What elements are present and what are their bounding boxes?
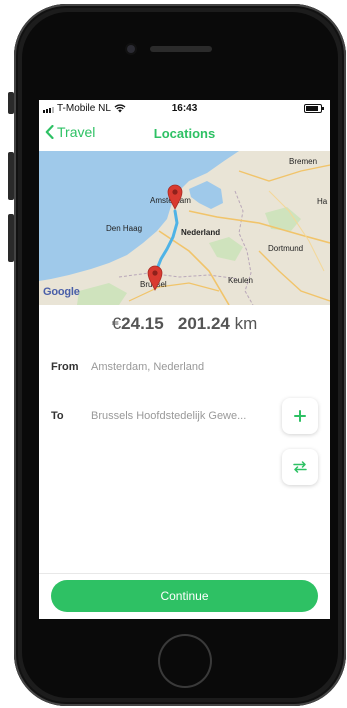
battery-level xyxy=(306,106,318,111)
earpiece-speaker xyxy=(150,46,212,52)
home-button[interactable] xyxy=(158,634,212,688)
map-label-nederland: Nederland xyxy=(181,228,221,237)
distance-unit: km xyxy=(234,314,258,333)
volume-down-button xyxy=(8,214,14,262)
origin-pin-icon[interactable] xyxy=(167,184,183,210)
page-title: Locations xyxy=(153,126,216,141)
app-screen: T-Mobile NL 16:43 Travel Locations Breme… xyxy=(39,100,330,619)
map-label-dortmund: Dortmund xyxy=(268,244,304,253)
battery-icon xyxy=(304,104,324,113)
mute-switch xyxy=(8,92,14,114)
add-stop-button[interactable] xyxy=(282,398,318,434)
map-label-bremen: Bremen xyxy=(289,157,318,166)
from-field[interactable]: Amsterdam, Nederland xyxy=(91,361,204,373)
trip-summary: €24.15 201.24 km xyxy=(39,314,330,334)
destination-pin-icon[interactable] xyxy=(147,265,163,291)
route-map[interactable]: Bremen Amsterdam Ha Den Haag Nederland D… xyxy=(39,151,330,305)
map-label-keulen: Keulen xyxy=(228,276,253,285)
map-label-den-haag: Den Haag xyxy=(106,224,143,233)
trip-distance: 201.24 xyxy=(177,314,230,333)
swap-locations-button[interactable] xyxy=(282,449,318,485)
to-label: To xyxy=(51,410,64,422)
footer: Continue xyxy=(39,573,330,619)
status-time: 16:43 xyxy=(171,103,198,114)
trip-cost: 24.15 xyxy=(121,314,164,333)
currency-symbol: € xyxy=(111,314,122,333)
swap-icon xyxy=(293,461,307,473)
google-logo: Google xyxy=(43,286,80,298)
front-camera xyxy=(127,45,135,53)
to-field[interactable]: Brussels Hoofdstedelijk Gewe... xyxy=(91,410,246,422)
continue-button[interactable]: Continue xyxy=(51,580,318,612)
nav-bar: Travel Locations xyxy=(39,118,330,150)
map-label-ha: Ha xyxy=(317,197,328,206)
from-label: From xyxy=(51,361,79,373)
status-bar: T-Mobile NL 16:43 xyxy=(39,100,330,118)
volume-up-button xyxy=(8,152,14,200)
plus-icon xyxy=(294,410,306,422)
